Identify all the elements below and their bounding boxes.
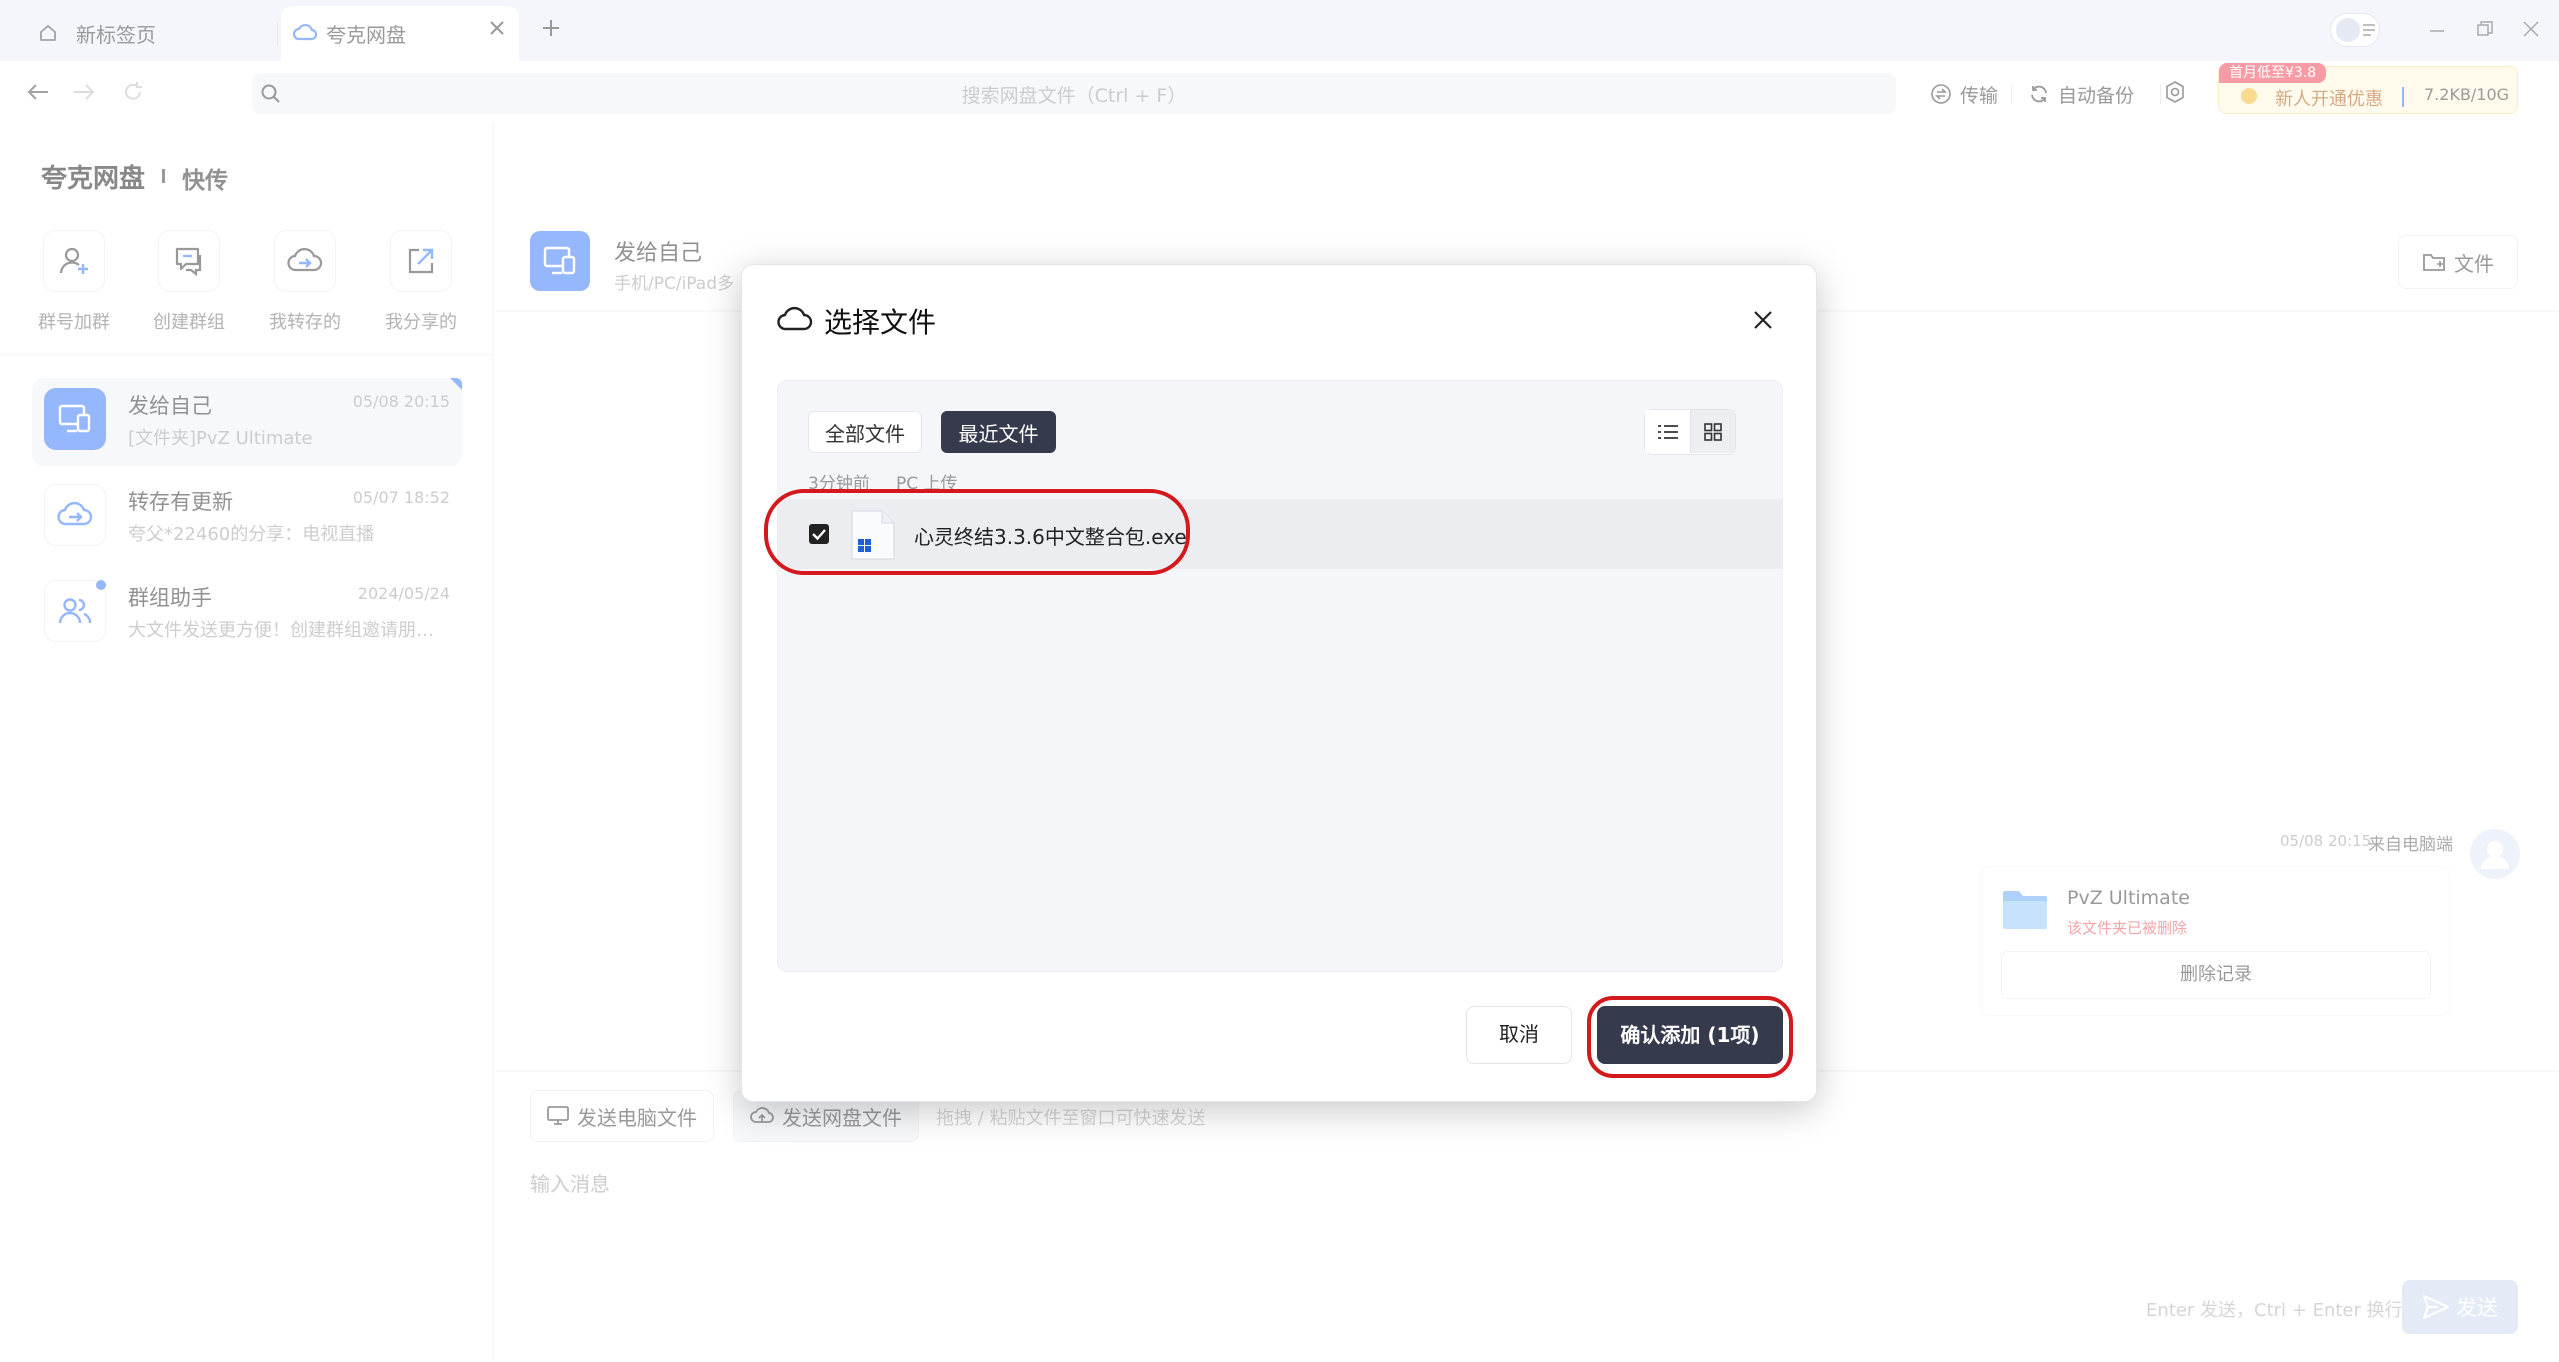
dialog-title: 选择文件	[824, 306, 937, 339]
cancel-button[interactable]: 取消	[1466, 1006, 1572, 1064]
close-icon[interactable]	[1752, 309, 1774, 331]
select-file-dialog: 选择文件 全部文件 最近文件 3分钟前 PC 上传 心灵终结3.3.6中文整合包…	[741, 264, 1817, 1102]
file-list-panel: 全部文件 最近文件 3分钟前 PC 上传 心灵终结3.3.6中文整合包.exe	[777, 380, 1783, 972]
annotation-highlight-file	[764, 489, 1190, 575]
cloud-icon	[777, 303, 813, 333]
tab-recent-files[interactable]: 最近文件	[941, 411, 1056, 453]
grid-view-icon[interactable]	[1691, 410, 1735, 453]
annotation-highlight-confirm	[1587, 996, 1793, 1078]
list-view-icon[interactable]	[1645, 410, 1691, 453]
view-toggle	[1644, 409, 1736, 455]
tab-all-files[interactable]: 全部文件	[808, 411, 922, 453]
